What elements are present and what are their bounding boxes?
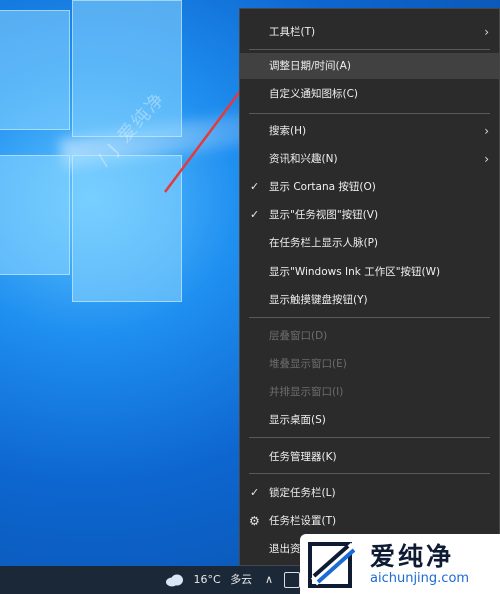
menu-item-4[interactable]: 搜索(H) ›: [240, 118, 499, 144]
windows-logo-pane-top-left: [0, 10, 70, 130]
menu-item-label: 显示桌面(S): [269, 414, 326, 426]
menu-item-label: 层叠窗口(D): [269, 330, 328, 342]
checkmark-icon: ✓: [250, 180, 260, 193]
gear-icon: ⚙: [249, 514, 260, 528]
weather-temperature: 16°C: [193, 573, 221, 586]
weather-description: 多云: [230, 573, 253, 586]
menu-item-label: 调整日期/时间(A): [269, 60, 351, 72]
menu-item-label: 显示"Windows Ink 工作区"按钮(W): [269, 266, 441, 278]
menu-item-label: 锁定任务栏(L): [269, 487, 336, 499]
menu-item-13: 并排显示窗口(I): [240, 379, 499, 405]
menu-separator: [249, 437, 490, 438]
menu-item-6[interactable]: 显示 Cortana 按钮(O) ✓: [240, 174, 499, 200]
menu-item-label: 堆叠显示窗口(E): [269, 358, 347, 370]
menu-item-label: 并排显示窗口(I): [269, 386, 344, 398]
menu-item-label: 退出资: [269, 543, 301, 555]
site-logo: 爱纯净 aichunjing.com: [300, 534, 500, 594]
menu-separator: [249, 49, 490, 50]
show-hidden-icons-chevron-icon[interactable]: ∧: [265, 570, 273, 590]
menu-item-14[interactable]: 显示桌面(S): [240, 407, 499, 433]
menu-item-12: 堆叠显示窗口(E): [240, 351, 499, 377]
taskbar-context-menu: 工具栏(T) › 调整日期/时间(A) 自定义通知图标(C) 搜索(H) › 资讯和兴趣(N…: [239, 8, 500, 566]
checkmark-icon: ✓: [250, 486, 260, 499]
menu-item-7[interactable]: 显示"任务视图"按钮(V) ✓: [240, 202, 499, 228]
menu-item-label: 任务管理器(K): [269, 451, 337, 463]
logo-chinese-text: 爱纯净: [370, 542, 455, 571]
checkmark-icon: ✓: [250, 208, 260, 221]
menu-item-label: 搜索(H): [269, 125, 307, 137]
menu-item-5[interactable]: 资讯和兴趣(N) ›: [240, 146, 499, 172]
menu-item-label: 资讯和兴趣(N): [269, 153, 338, 165]
menu-item-1[interactable]: 工具栏(T) ›: [240, 19, 499, 45]
menu-item-label: 工具栏(T): [269, 26, 316, 38]
weather-widget[interactable]: 16°C 多云: [165, 570, 252, 590]
submenu-chevron-icon: ›: [484, 152, 489, 166]
network-icon[interactable]: [284, 572, 300, 588]
logo-mark-icon: [308, 542, 358, 588]
menu-item-2[interactable]: 调整日期/时间(A): [240, 53, 499, 79]
menu-item-3[interactable]: 自定义通知图标(C): [240, 81, 499, 107]
menu-item-8[interactable]: 在任务栏上显示人脉(P): [240, 230, 499, 256]
menu-item-11: 层叠窗口(D): [240, 323, 499, 349]
menu-item-label: 任务栏设置(T): [269, 515, 337, 527]
menu-item-10[interactable]: 显示触摸键盘按钮(Y): [240, 287, 499, 313]
menu-separator: [249, 317, 490, 318]
menu-item-9[interactable]: 显示"Windows Ink 工作区"按钮(W): [240, 259, 499, 285]
menu-item-16[interactable]: 锁定任务栏(L) ✓: [240, 480, 499, 506]
menu-separator: [249, 473, 490, 474]
menu-item-label: 自定义通知图标(C): [269, 88, 359, 100]
cloud-icon: [166, 574, 183, 587]
windows-logo-pane-bottom-right: [72, 155, 182, 302]
menu-item-17[interactable]: 任务栏设置(T) ⚙: [240, 508, 499, 534]
menu-item-label: 显示触摸键盘按钮(Y): [269, 294, 368, 306]
menu-item-label: 在任务栏上显示人脉(P): [269, 237, 379, 249]
windows-logo-pane-bottom-left: [0, 155, 70, 275]
logo-domain-text: aichunjing.com: [370, 571, 470, 586]
menu-item-label: 显示"任务视图"按钮(V): [269, 209, 379, 221]
menu-separator: [249, 113, 490, 114]
menu-item-label: 显示 Cortana 按钮(O): [269, 181, 376, 193]
submenu-chevron-icon: ›: [484, 124, 489, 138]
submenu-chevron-icon: ›: [484, 25, 489, 39]
menu-item-15[interactable]: 任务管理器(K): [240, 444, 499, 470]
